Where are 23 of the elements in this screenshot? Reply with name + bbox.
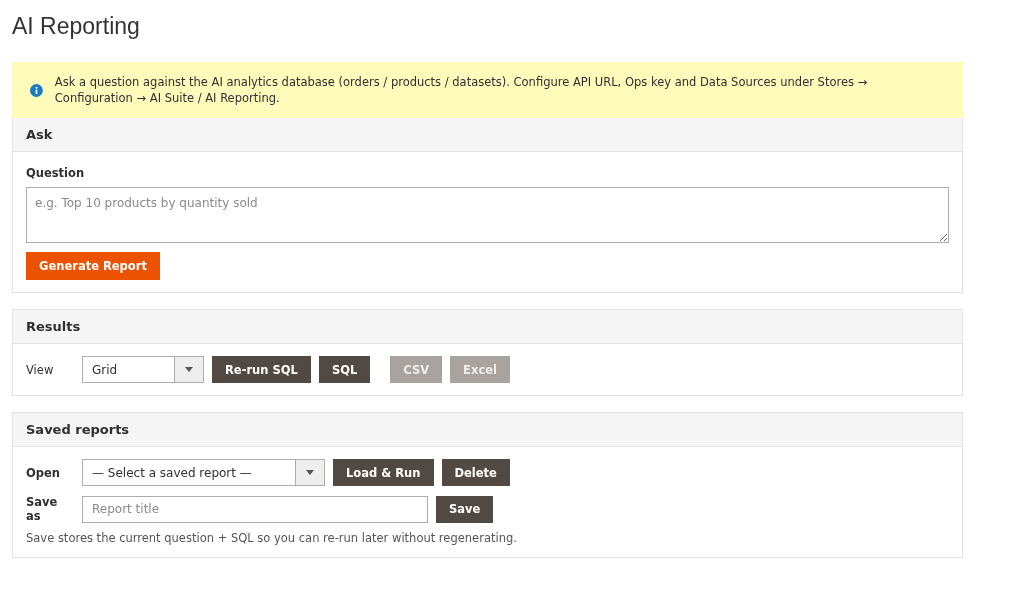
panel-title: Results (26, 319, 81, 334)
dropdown-arrow-icon (306, 470, 314, 475)
info-icon (30, 82, 43, 98)
action-button[interactable]: Load & Run (333, 459, 434, 486)
page-title: AI Reporting (12, 13, 141, 40)
question-field[interactable]: e.g. Top 10 products by quantity sold (26, 187, 949, 243)
action-button[interactable]: Re-run SQL (212, 356, 311, 383)
panel-title: Saved reports (26, 422, 130, 437)
save-button[interactable]: Save (436, 495, 494, 523)
field-label: View (26, 362, 55, 377)
notice-text: Ask a question against the AI analytics database (orders / products / datasets). Configure API URL, Ops key and Data Sources under Stores → Configuration → AI Suite / AI Reporting. (54, 74, 869, 106)
view-select[interactable]: Grid (82, 356, 204, 383)
field-label: Save as (26, 495, 59, 523)
field-label: Open (26, 465, 61, 480)
saved-report-select[interactable]: — Select a saved report — (82, 459, 325, 486)
dropdown-arrow-icon (185, 367, 193, 372)
generate-report-button[interactable]: Generate Report (26, 252, 160, 280)
action-button[interactable]: SQL (318, 356, 371, 383)
action-button[interactable]: Delete (441, 459, 510, 486)
report-title-field[interactable]: Report title (82, 495, 428, 523)
panel-title: Ask (26, 127, 53, 142)
field-label: Question (26, 166, 86, 180)
hint-text: Save stores the current question + SQL so you can re-run later without regenerating. (26, 531, 517, 545)
